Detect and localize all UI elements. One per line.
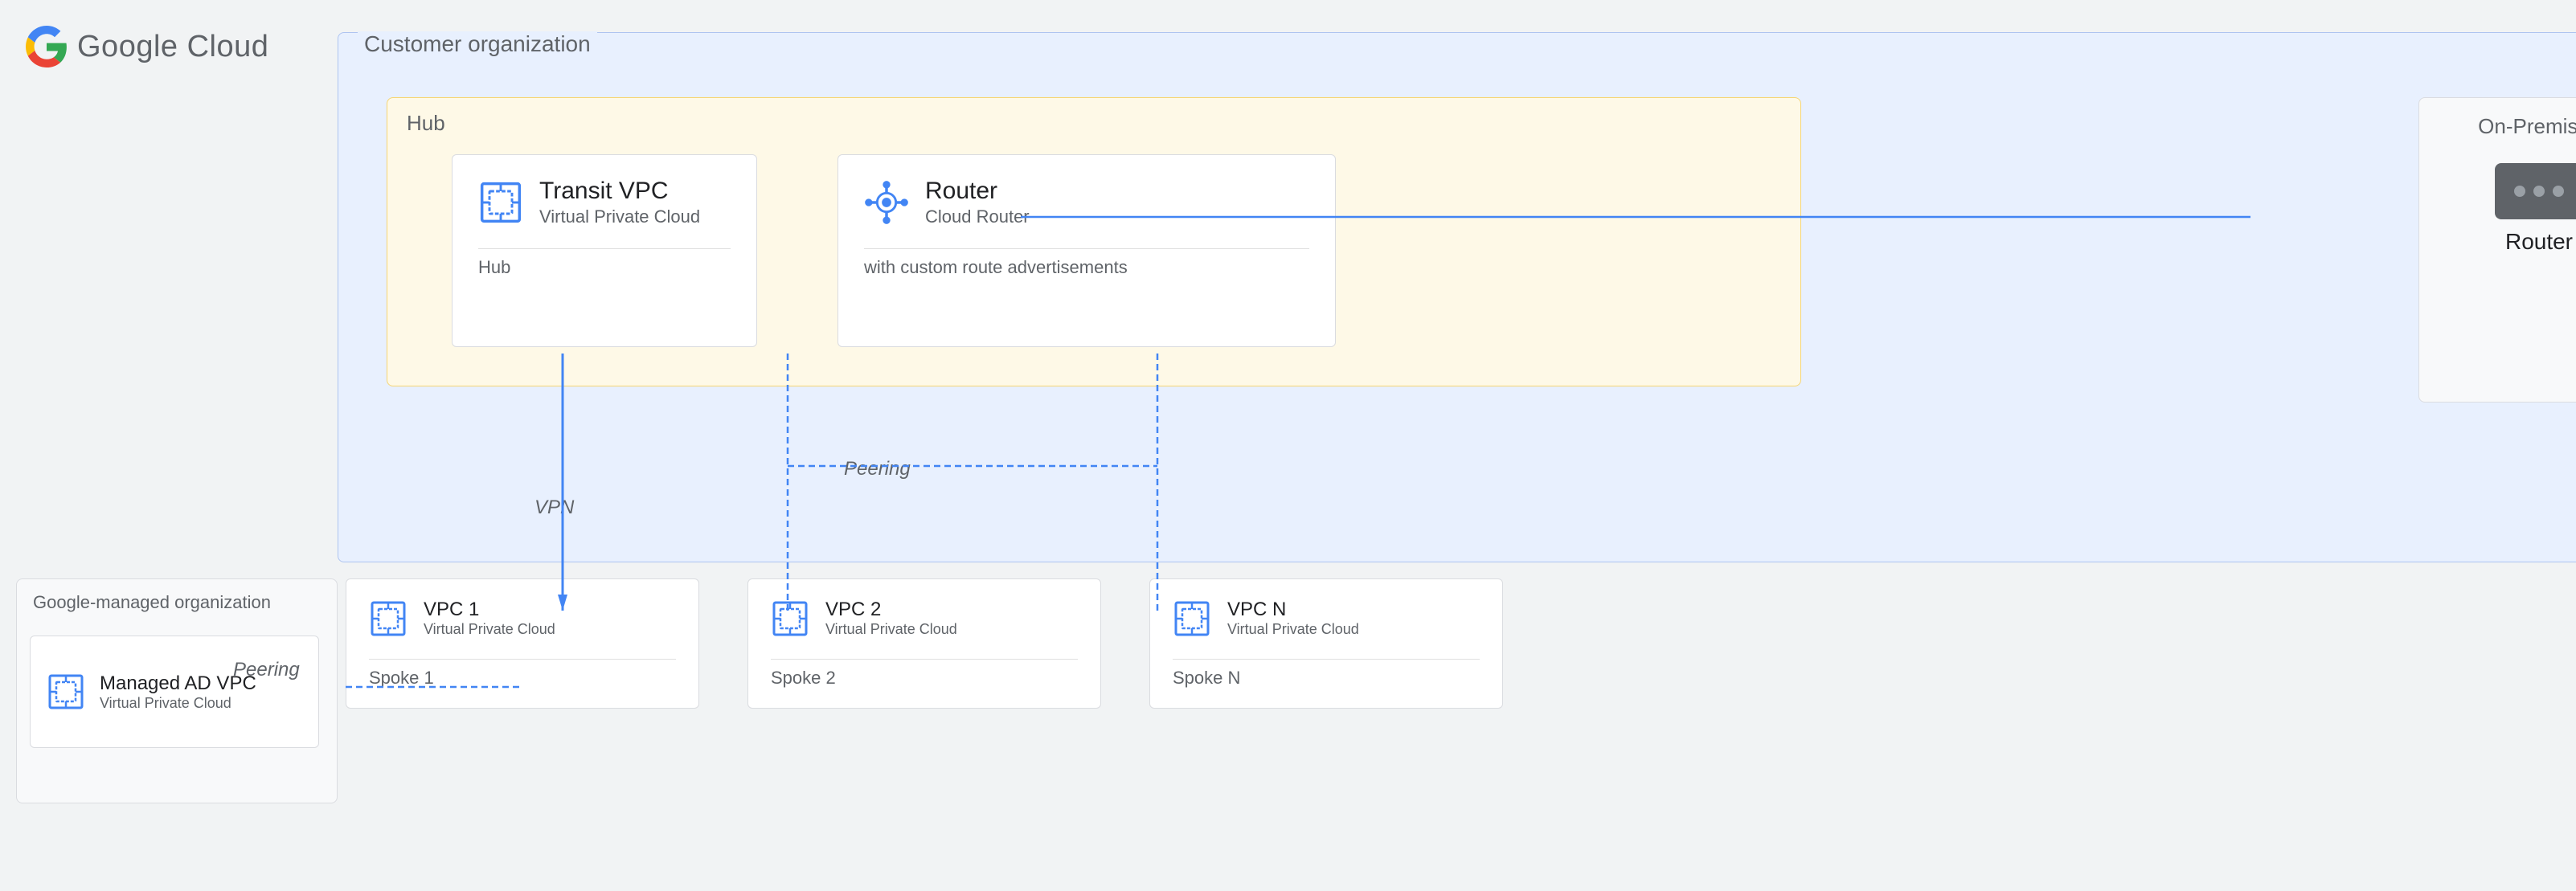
vpc1-title: VPC 1 [424, 599, 555, 621]
customer-org-label: Customer organization [358, 31, 597, 57]
main-container: Google Cloud Customer organization Hub [0, 0, 2576, 891]
google-cloud-logo: Google Cloud [26, 26, 268, 67]
peering-label-2: Peering [844, 458, 911, 480]
vpc2-header: VPC 2 Virtual Private Cloud [771, 599, 957, 638]
google-logo-icon [26, 26, 68, 67]
on-premises-box: On-Premises Router [2418, 97, 2576, 403]
vpc1-icon [369, 599, 407, 638]
managed-ad-subtitle: Virtual Private Cloud [100, 695, 256, 712]
google-cloud-text: Google Cloud [77, 30, 268, 64]
router-footer: with custom route advertisements [864, 257, 1128, 278]
vpc1-card: VPC 1 Virtual Private Cloud Spoke 1 [346, 578, 699, 709]
transit-vpc-subtitle: Virtual Private Cloud [539, 206, 700, 227]
on-premises-router: Router [2495, 163, 2576, 255]
router-card: Router Cloud Router with custom route ad… [838, 154, 1336, 347]
router-dot-1 [2514, 186, 2525, 197]
vpc2-subtitle: Virtual Private Cloud [825, 621, 957, 638]
customer-org-box: Customer organization Hub [338, 32, 2576, 562]
vpc2-icon [771, 599, 809, 638]
router-title: Router [925, 178, 1030, 205]
peering-label-1: Peering [233, 659, 300, 681]
vpc1-divider [369, 659, 676, 660]
vpc2-divider [771, 659, 1078, 660]
vpc1-subtitle: Virtual Private Cloud [424, 621, 555, 638]
vpc1-header: VPC 1 Virtual Private Cloud [369, 599, 555, 638]
vpc2-footer: Spoke 2 [771, 668, 836, 689]
vpcN-divider [1173, 659, 1480, 660]
vpc1-footer: Spoke 1 [369, 668, 434, 689]
google-org-label: Google-managed organization [33, 592, 271, 613]
router-device-icon [2495, 163, 2576, 219]
vpcN-footer: Spoke N [1173, 668, 1240, 689]
router-subtitle: Cloud Router [925, 206, 1030, 227]
vpcN-card: VPC N Virtual Private Cloud Spoke N [1149, 578, 1503, 709]
hub-box: Hub Transit VPC Virtual Privat [387, 97, 1801, 386]
vpc2-title: VPC 2 [825, 599, 957, 621]
transit-vpc-footer: Hub [478, 257, 510, 278]
vpcN-header: VPC N Virtual Private Cloud [1173, 599, 1359, 638]
vpc2-text: VPC 2 Virtual Private Cloud [825, 599, 957, 638]
transit-vpc-card: Transit VPC Virtual Private Cloud Hub [452, 154, 757, 347]
vpcN-text: VPC N Virtual Private Cloud [1227, 599, 1359, 638]
vpn-label: VPN [534, 497, 574, 519]
transit-vpc-divider [478, 248, 731, 249]
transit-vpc-title-group: Transit VPC Virtual Private Cloud [539, 178, 700, 227]
on-premises-router-label: Router [2505, 229, 2573, 255]
transit-vpc-title: Transit VPC [539, 178, 700, 205]
managed-ad-card: Managed AD VPC Virtual Private Cloud [30, 636, 319, 748]
vpc1-text: VPC 1 Virtual Private Cloud [424, 599, 555, 638]
router-dot-2 [2533, 186, 2545, 197]
vpc-icon [478, 180, 523, 225]
vpc2-card: VPC 2 Virtual Private Cloud Spoke 2 [747, 578, 1101, 709]
hub-label: Hub [407, 111, 445, 136]
transit-vpc-header: Transit VPC Virtual Private Cloud [478, 178, 700, 227]
vpcN-icon [1173, 599, 1211, 638]
cloud-router-icon [864, 180, 909, 225]
router-dot-3 [2553, 186, 2564, 197]
router-header: Router Cloud Router [864, 178, 1030, 227]
vpcN-title: VPC N [1227, 599, 1359, 621]
router-divider [864, 248, 1309, 249]
vpcN-subtitle: Virtual Private Cloud [1227, 621, 1359, 638]
on-premises-label: On-Premises [2478, 114, 2576, 139]
spoke-area: VPC 1 Virtual Private Cloud Spoke 1 [346, 578, 2564, 709]
router-title-group: Router Cloud Router [925, 178, 1030, 227]
managed-ad-vpc-icon [47, 672, 85, 711]
google-org-box: Google-managed organization Managed AD V… [16, 578, 338, 803]
